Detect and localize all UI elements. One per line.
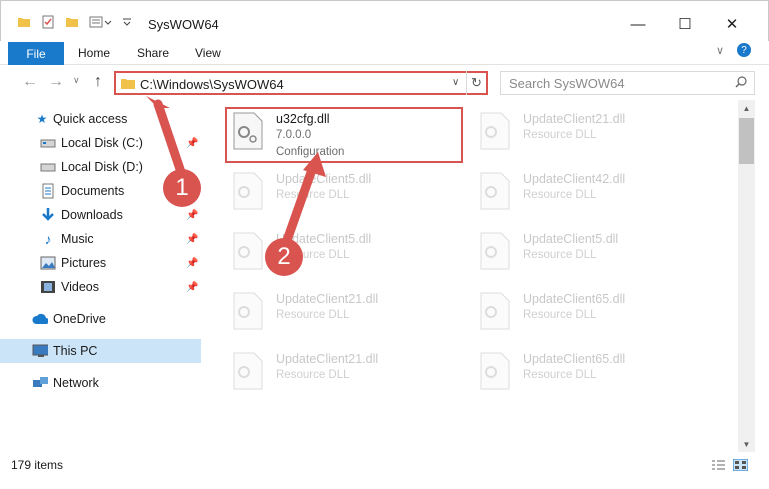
arrow-head-1: [146, 96, 170, 108]
step-2-badge: 2: [265, 238, 303, 276]
annotation-arrows: [146, 96, 326, 251]
step-1-badge: 1: [163, 169, 201, 207]
